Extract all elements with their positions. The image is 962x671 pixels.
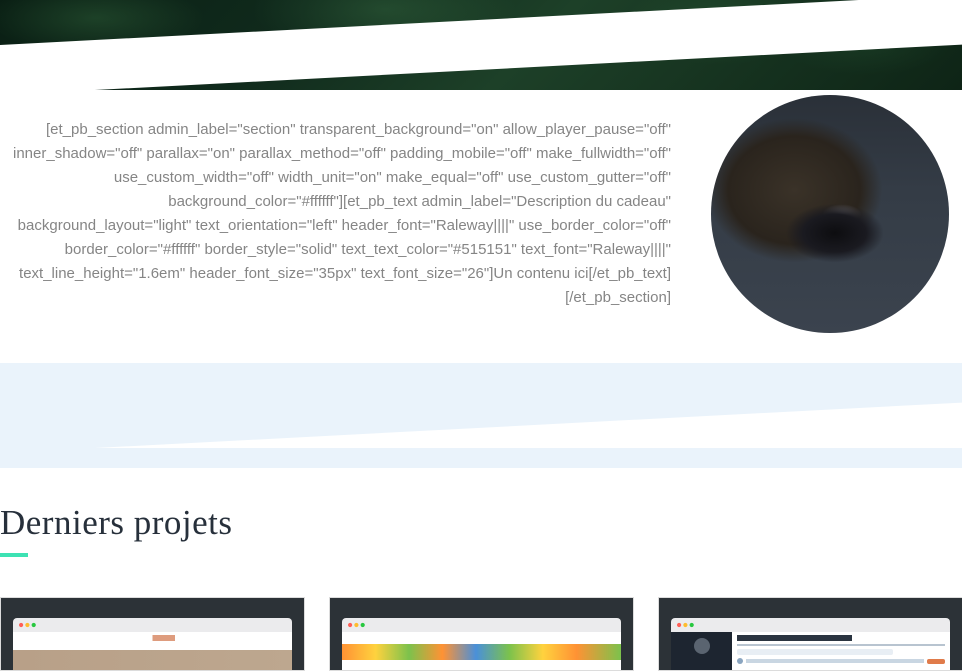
preview-main — [732, 632, 950, 671]
preview-sidebar — [671, 632, 732, 671]
projects-section: Derniers projets — [0, 468, 962, 671]
project-card[interactable] — [329, 597, 634, 671]
browser-chrome-icon — [342, 618, 621, 632]
circular-image-platypus — [711, 95, 949, 333]
projects-heading: Derniers projets — [0, 503, 962, 543]
shortcode-text-block: [et_pb_section admin_label="section" tra… — [5, 118, 671, 310]
preview-line — [737, 644, 945, 646]
site-preview-thumbnail — [342, 632, 621, 671]
browser-chrome-icon — [671, 618, 950, 632]
preview-row — [737, 658, 945, 664]
browser-chrome-icon — [13, 618, 292, 632]
project-cards-row — [0, 597, 962, 671]
project-card[interactable] — [0, 597, 305, 671]
blue-spacer — [0, 448, 962, 468]
preview-search-bar — [737, 649, 893, 655]
preview-title-bar — [737, 635, 851, 641]
project-card[interactable] — [658, 597, 962, 671]
site-preview-thumbnail — [13, 632, 292, 671]
preview-segment — [746, 659, 924, 663]
content-section: [et_pb_section admin_label="section" tra… — [0, 95, 962, 363]
preview-button-icon — [927, 659, 945, 664]
preview-avatar-icon — [737, 658, 743, 664]
site-preview-thumbnail — [671, 632, 950, 671]
heading-underline — [0, 553, 28, 557]
